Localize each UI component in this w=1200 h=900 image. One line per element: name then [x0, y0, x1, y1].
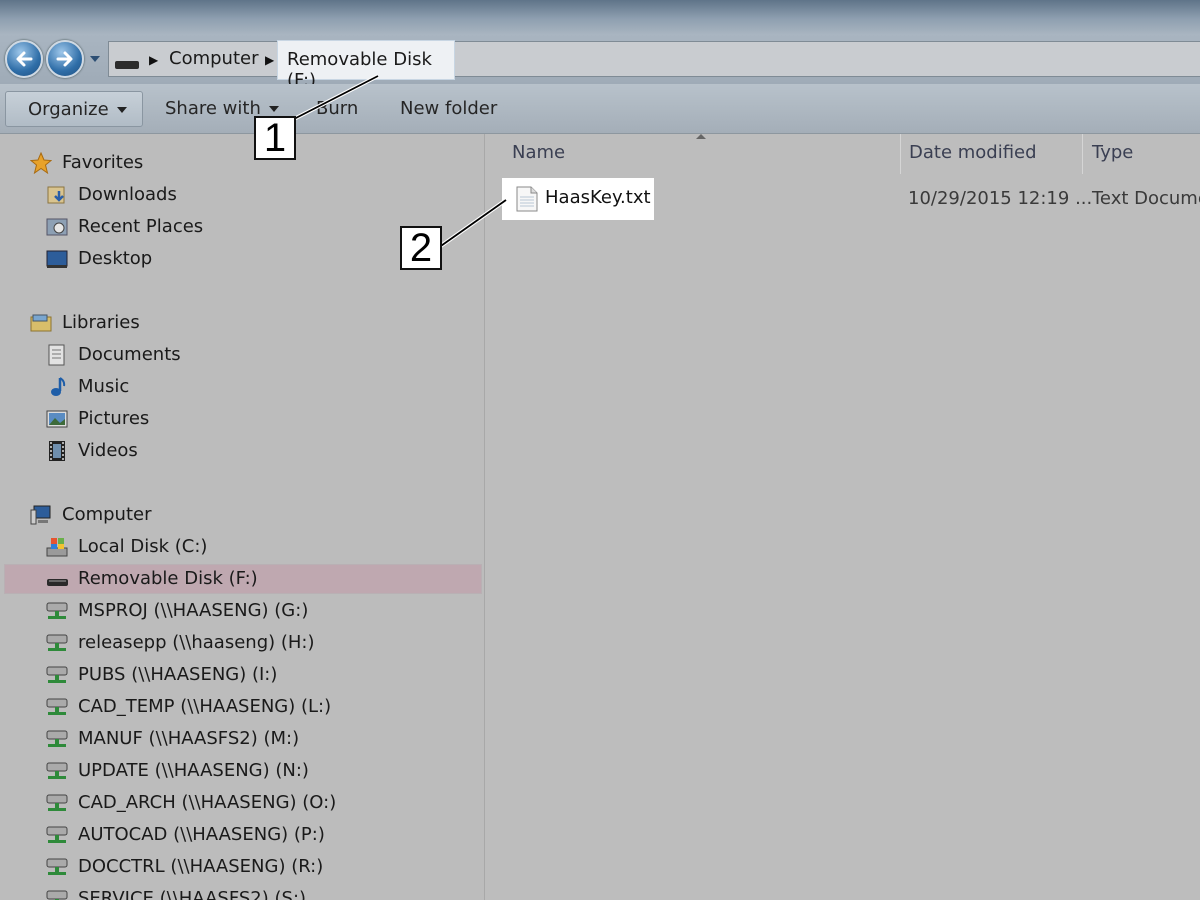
nav-libraries-label: Libraries	[62, 312, 140, 333]
nav-item-label: releasepp (\\haaseng) (H:)	[78, 632, 315, 653]
network-drive-icon	[46, 602, 68, 619]
network-drive-icon	[46, 826, 68, 843]
removable-drive-icon	[115, 61, 139, 69]
recent-places-icon	[46, 218, 68, 236]
nav-item-network-drive[interactable]: MANUF (\\HAASFS2) (M:)	[0, 724, 485, 754]
nav-item-documents[interactable]: Documents	[0, 340, 485, 370]
network-drive-icon	[46, 794, 68, 811]
forward-arrow-icon	[56, 51, 73, 67]
new-folder-button[interactable]: New folder	[400, 98, 497, 119]
nav-item-network-drive[interactable]: CAD_TEMP (\\HAASENG) (L:)	[0, 692, 485, 722]
nav-item-label: MSPROJ (\\HAASENG) (G:)	[78, 600, 309, 621]
downloads-icon	[47, 186, 65, 204]
nav-item-videos[interactable]: Videos	[0, 436, 485, 466]
file-name[interactable]: HaasKey.txt	[545, 187, 651, 208]
nav-item-label: Recent Places	[78, 216, 204, 237]
column-header-date-modified[interactable]: Date modified	[909, 142, 1037, 163]
nav-item-music[interactable]: Music	[0, 372, 485, 402]
network-drive-icon	[46, 698, 68, 715]
nav-item-label: UPDATE (\\HAASENG) (N:)	[78, 760, 309, 781]
organize-label: Organize	[28, 99, 109, 120]
address-bar[interactable]: ▶ Computer ▶ Removable Disk (F:)	[108, 40, 1200, 91]
file-type: Text Docume	[1092, 188, 1200, 209]
nav-item-network-drive[interactable]: MSPROJ (\\HAASENG) (G:)	[0, 596, 485, 626]
back-arrow-icon	[16, 51, 33, 67]
text-file-icon	[516, 186, 538, 212]
breadcrumb-arrow-icon[interactable]: ▶	[149, 53, 158, 67]
chevron-down-icon	[116, 107, 127, 113]
file-list-pane: Name Date modified Type HaasKey.txt 10/2…	[486, 134, 1200, 900]
column-header-type[interactable]: Type	[1092, 142, 1133, 163]
breadcrumb-arrow-icon[interactable]: ▶	[265, 53, 274, 67]
breadcrumb-computer[interactable]: Computer	[169, 48, 258, 69]
nav-item-label: Desktop	[78, 248, 153, 269]
nav-item-label: MANUF (\\HAASFS2) (M:)	[78, 728, 300, 749]
nav-item-label: CAD_TEMP (\\HAASENG) (L:)	[78, 696, 332, 717]
nav-item-removable-disk-f[interactable]: Removable Disk (F:)	[0, 564, 485, 594]
nav-item-label: Videos	[78, 440, 138, 461]
column-divider[interactable]	[900, 134, 901, 174]
burn-button[interactable]: Burn	[316, 98, 358, 119]
back-button[interactable]	[5, 40, 43, 78]
network-drive-icon	[46, 858, 68, 875]
nav-libraries[interactable]: Libraries	[0, 308, 485, 338]
nav-favorites-label: Favorites	[62, 152, 144, 173]
nav-item-network-drive[interactable]: DOCCTRL (\\HAASENG) (R:)	[0, 852, 485, 882]
organize-button[interactable]: Organize	[5, 91, 143, 127]
chevron-down-icon	[268, 106, 279, 112]
nav-favorites[interactable]: Favorites	[0, 148, 485, 178]
nav-item-network-drive[interactable]: CAD_ARCH (\\HAASENG) (O:)	[0, 788, 485, 818]
nav-item-pictures[interactable]: Pictures	[0, 404, 485, 434]
removable-drive-icon	[47, 579, 68, 586]
nav-item-label: Documents	[78, 344, 181, 365]
local-disk-icon	[46, 538, 68, 557]
file-date-modified: 10/29/2015 12:19 ...	[908, 188, 1093, 209]
nav-item-label: AUTOCAD (\\HAASENG) (P:)	[78, 824, 325, 845]
forward-button[interactable]	[46, 40, 84, 78]
libraries-icon	[30, 314, 52, 332]
desktop-icon	[46, 250, 68, 268]
network-drive-icon	[46, 730, 68, 747]
command-toolbar: Organize Share with Burn New folder	[0, 84, 1200, 134]
nav-item-network-drive[interactable]: UPDATE (\\HAASENG) (N:)	[0, 756, 485, 786]
column-divider[interactable]	[1082, 134, 1083, 174]
address-row: ▶ Computer ▶ Removable Disk (F:)	[0, 34, 1200, 91]
window-title-bar	[0, 0, 1200, 34]
documents-icon	[48, 344, 65, 366]
nav-item-network-drive[interactable]: releasepp (\\haaseng) (H:)	[0, 628, 485, 658]
nav-item-label: Downloads	[78, 184, 177, 205]
sort-ascending-icon	[696, 134, 706, 139]
nav-computer[interactable]: Computer	[0, 500, 485, 530]
nav-item-label: Music	[78, 376, 130, 397]
pictures-icon	[46, 410, 68, 428]
callout-number-2: 2	[400, 226, 442, 270]
nav-item-local-disk-c[interactable]: Local Disk (C:)	[0, 532, 485, 562]
nav-item-label: DOCCTRL (\\HAASENG) (R:)	[78, 856, 324, 877]
music-note-icon	[51, 377, 66, 396]
network-drive-icon	[46, 666, 68, 683]
network-drive-icon	[46, 762, 68, 779]
breadcrumb-current-folder[interactable]: Removable Disk (F:)	[277, 40, 455, 91]
nav-item-label: SERVICE (\\HAASFS2) (S:)	[78, 888, 307, 900]
column-header-name[interactable]: Name	[512, 142, 565, 163]
callout-number-1: 1	[254, 116, 296, 160]
share-with-label: Share with	[165, 98, 261, 119]
nav-item-label: PUBS (\\HAASENG) (I:)	[78, 664, 278, 685]
network-drive-icon	[46, 890, 68, 900]
nav-item-network-drive[interactable]: AUTOCAD (\\HAASENG) (P:)	[0, 820, 485, 850]
nav-item-label: CAD_ARCH (\\HAASENG) (O:)	[78, 792, 337, 813]
file-row[interactable]: HaasKey.txt 10/29/2015 12:19 ... Text Do…	[502, 178, 1200, 222]
star-icon	[30, 152, 52, 174]
nav-computer-label: Computer	[62, 504, 152, 525]
recent-pages-dropdown-icon[interactable]	[88, 52, 102, 66]
videos-icon	[49, 441, 65, 461]
network-drive-icon	[46, 634, 68, 651]
nav-item-network-drive[interactable]: PUBS (\\HAASENG) (I:)	[0, 660, 485, 690]
nav-item-downloads[interactable]: Downloads	[0, 180, 485, 210]
nav-item-label: Removable Disk (F:)	[78, 568, 258, 589]
nav-item-label: Pictures	[78, 408, 150, 429]
nav-item-network-drive[interactable]: SERVICE (\\HAASFS2) (S:)	[0, 884, 485, 900]
computer-icon	[30, 505, 51, 525]
nav-item-label: Local Disk (C:)	[78, 536, 208, 557]
